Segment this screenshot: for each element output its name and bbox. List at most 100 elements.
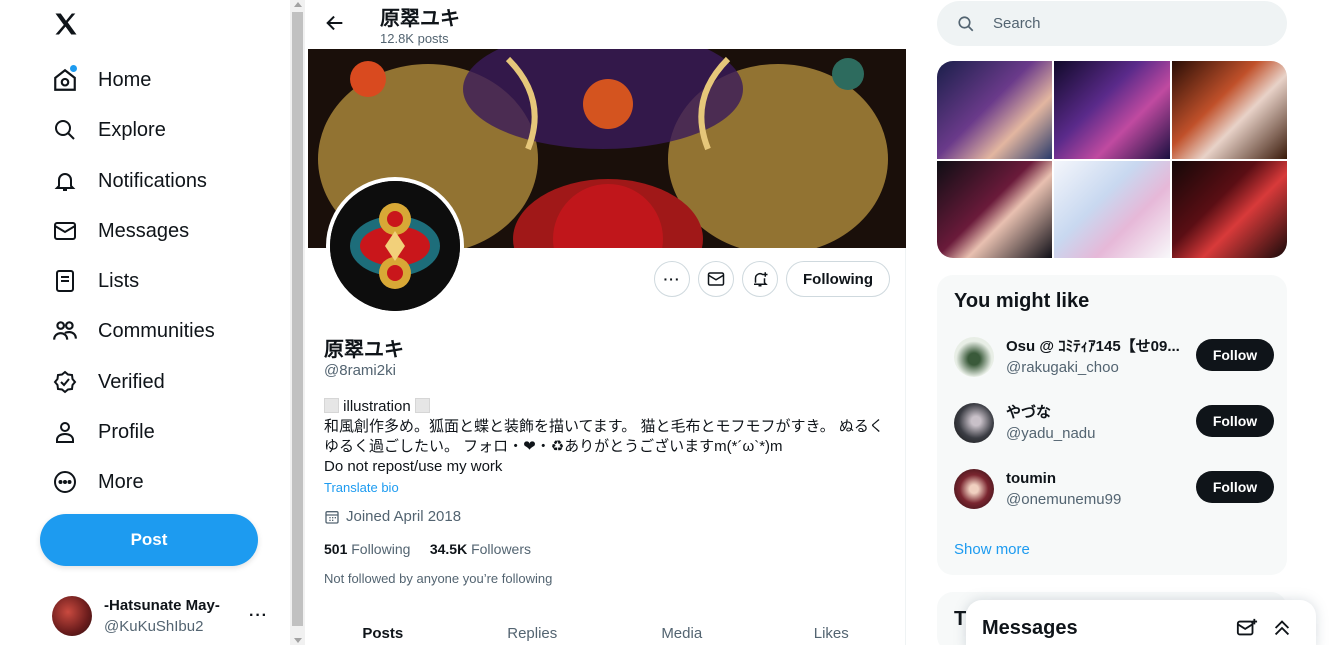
media-thumbnail[interactable] bbox=[937, 61, 1053, 159]
bell-plus-icon bbox=[754, 272, 768, 287]
scroll-down-arrow-icon[interactable] bbox=[294, 638, 302, 643]
chevron-double-up-icon[interactable] bbox=[1271, 617, 1293, 639]
bio-line-4: Do not repost/use my work bbox=[324, 458, 503, 475]
nav-communities[interactable]: Communities bbox=[52, 311, 215, 351]
nav-messages[interactable]: Messages bbox=[52, 211, 189, 251]
who-to-follow-title: You might like bbox=[954, 290, 1090, 312]
person-icon bbox=[52, 419, 78, 445]
nav-label-lists: Lists bbox=[98, 269, 140, 292]
media-grid bbox=[937, 61, 1287, 258]
suggested-user-name: Osu @ ｺﾐﾃｨｱ145【せ09... bbox=[1006, 338, 1180, 355]
envelope-icon bbox=[707, 272, 725, 286]
list-icon bbox=[52, 268, 78, 294]
follow-button[interactable]: Follow bbox=[1196, 339, 1274, 371]
more-options-button[interactable]: ··· bbox=[654, 261, 690, 297]
tab-replies[interactable]: Replies bbox=[458, 610, 608, 645]
scroll-up-arrow-icon[interactable] bbox=[294, 2, 302, 7]
nav-explore[interactable]: Explore bbox=[52, 110, 166, 150]
profile-bio: illustration 和風創作多め。狐面と蝶と装飾を描いてます。 猫と毛布と… bbox=[324, 397, 894, 477]
account-switcher[interactable]: -Hatsunate May- @KuKuShIbu2 ··· bbox=[52, 594, 282, 638]
suggested-user[interactable]: Osu @ ｺﾐﾃｨｱ145【せ09... @rakugaki_choo Fol… bbox=[954, 329, 1274, 385]
nav-lists[interactable]: Lists bbox=[52, 261, 139, 301]
following-count: 501 bbox=[324, 541, 348, 557]
suggested-user-name: toumin bbox=[1006, 470, 1056, 487]
followers-count: 34.5K bbox=[429, 541, 468, 557]
nav-notifications[interactable]: Notifications bbox=[52, 161, 207, 201]
translate-bio-link[interactable]: Translate bio bbox=[324, 480, 399, 495]
media-thumbnail[interactable] bbox=[1054, 160, 1170, 258]
messages-drawer-title: Messages bbox=[982, 617, 1078, 639]
search-icon bbox=[52, 117, 78, 143]
suggested-user[interactable]: toumin @onemunemu99 Follow bbox=[954, 461, 1274, 517]
nav-label-messages: Messages bbox=[98, 219, 190, 242]
profile-handle: @8rami2ki bbox=[324, 362, 396, 379]
media-thumbnail[interactable] bbox=[937, 160, 1053, 258]
nav-label-more: More bbox=[98, 470, 144, 493]
search-input[interactable]: Search bbox=[937, 1, 1287, 46]
follow-button[interactable]: Follow bbox=[1196, 471, 1274, 503]
profile-name: 原翠ユキ bbox=[324, 339, 404, 361]
followers-link[interactable]: 34.5K Followers bbox=[430, 541, 531, 557]
nav-more[interactable]: More bbox=[52, 462, 144, 502]
header-post-count: 12.8K posts bbox=[380, 31, 449, 46]
media-thumbnail[interactable] bbox=[1171, 61, 1287, 159]
bio-line-1-text: illustration bbox=[343, 398, 411, 415]
avatar bbox=[954, 337, 994, 377]
account-names: -Hatsunate May- @KuKuShIbu2 bbox=[104, 595, 220, 637]
back-arrow-icon[interactable] bbox=[324, 12, 346, 34]
message-button[interactable] bbox=[698, 261, 734, 297]
nav-verified[interactable]: Verified bbox=[52, 362, 165, 402]
follow-button[interactable]: Follow bbox=[1196, 405, 1274, 437]
nav-label-home: Home bbox=[98, 68, 152, 91]
following-button[interactable]: Following bbox=[786, 261, 890, 297]
suggested-user-handle: @rakugaki_choo bbox=[1006, 359, 1119, 376]
calendar-icon bbox=[325, 510, 339, 524]
bio-line-3: ゆるく過ごしたい。 フォロ・❤・♻ありがとうございますm(*´ω`*)m bbox=[324, 438, 783, 455]
more-circle-icon bbox=[52, 469, 78, 495]
header-title: 原翠ユキ bbox=[380, 8, 460, 30]
more-dots-icon[interactable]: ··· bbox=[249, 607, 268, 625]
app-root: Home Explore Notifications Messages List… bbox=[0, 0, 1337, 645]
notify-button[interactable] bbox=[742, 261, 778, 297]
envelope-icon bbox=[52, 218, 78, 244]
nav-label-verified: Verified bbox=[98, 370, 165, 393]
nav-profile[interactable]: Profile bbox=[52, 412, 155, 452]
profile-column: 原翠ユキ 12.8K posts ··· Following 原翠ユキ @8ra… bbox=[308, 0, 906, 645]
avatar bbox=[52, 596, 92, 636]
suggested-user-name: やづな bbox=[1006, 404, 1052, 421]
joined-text: Joined April 2018 bbox=[346, 508, 462, 525]
messages-drawer[interactable]: Messages bbox=[966, 600, 1316, 645]
post-button[interactable]: Post bbox=[40, 514, 258, 566]
emoji-placeholder-icon bbox=[414, 398, 430, 413]
search-placeholder: Search bbox=[993, 15, 1041, 32]
suggested-user[interactable]: やづな @yadu_nadu Follow bbox=[954, 395, 1274, 451]
media-thumbnail[interactable] bbox=[1054, 61, 1170, 159]
nav-label-communities: Communities bbox=[98, 319, 215, 342]
not-followed-note: Not followed by anyone you’re following bbox=[324, 571, 553, 586]
profile-avatar[interactable] bbox=[326, 177, 464, 315]
media-thumbnail[interactable] bbox=[1171, 160, 1287, 258]
verified-icon bbox=[52, 369, 78, 395]
new-message-icon[interactable] bbox=[1236, 617, 1258, 639]
joined-date: Joined April 2018 bbox=[324, 508, 461, 525]
followers-label: Followers bbox=[471, 541, 531, 557]
tab-posts[interactable]: Posts bbox=[308, 610, 458, 645]
bell-icon bbox=[52, 168, 78, 194]
emoji-placeholder-icon bbox=[324, 398, 339, 413]
home-icon bbox=[52, 65, 78, 93]
x-logo-icon[interactable] bbox=[52, 10, 80, 38]
bio-line-2: 和風創作多め。狐面と蝶と装飾を描いてます。 猫と毛布とモフモフがすき。 ぬるく bbox=[324, 418, 884, 435]
who-to-follow: You might like Osu @ ｺﾐﾃｨｱ145【せ09... @ra… bbox=[937, 275, 1287, 575]
nav-label-explore: Explore bbox=[98, 118, 166, 141]
suggested-user-handle: @yadu_nadu bbox=[1006, 425, 1096, 442]
profile-header-bar: 原翠ユキ 12.8K posts bbox=[308, 0, 906, 49]
tab-likes[interactable]: Likes bbox=[757, 610, 907, 645]
tab-media[interactable]: Media bbox=[607, 610, 757, 645]
nav-home[interactable]: Home bbox=[52, 60, 151, 100]
page-scrollbar[interactable] bbox=[290, 0, 305, 645]
profile-tabs: Posts Replies Media Likes bbox=[308, 610, 906, 645]
following-link[interactable]: 501 Following bbox=[324, 541, 410, 557]
suggested-user-handle: @onemunemu99 bbox=[1006, 491, 1122, 508]
scrollbar-thumb[interactable] bbox=[292, 12, 303, 626]
show-more-link[interactable]: Show more bbox=[954, 541, 1030, 558]
